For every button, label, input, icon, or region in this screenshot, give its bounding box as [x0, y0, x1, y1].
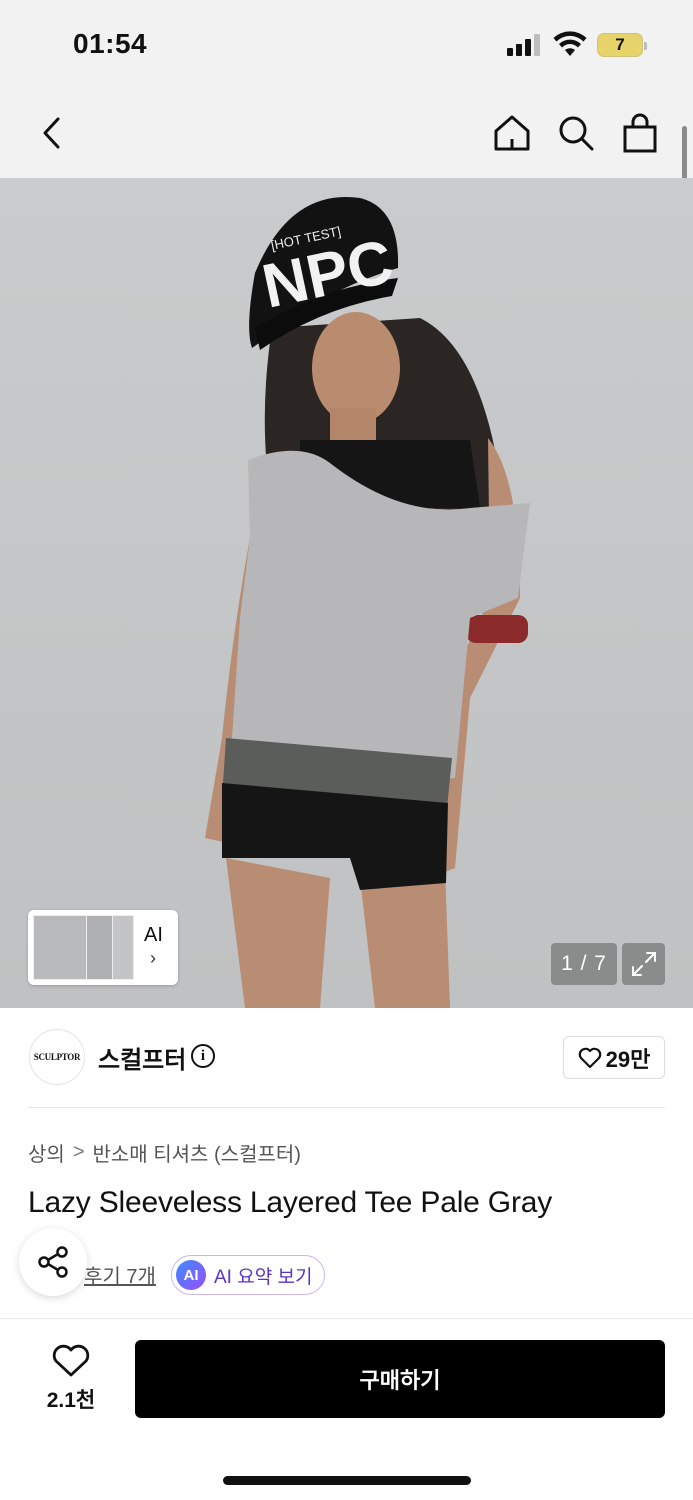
buy-button[interactable]: 구매하기 — [135, 1340, 665, 1418]
battery-level: 7 — [615, 35, 625, 54]
home-icon — [494, 115, 530, 151]
wifi-icon — [553, 31, 587, 56]
brand-logo[interactable]: SCULPTOR — [29, 1029, 85, 1085]
chevron-right-icon: › — [150, 948, 156, 968]
breadcrumb-subcategory[interactable]: 반소매 티셔츠 (스컬프터) — [93, 1138, 301, 1167]
thumbnail-1[interactable] — [33, 915, 88, 980]
cellular-signal-icon — [507, 34, 541, 56]
expand-image-button[interactable] — [622, 943, 665, 985]
info-icon[interactable]: i — [191, 1044, 215, 1068]
status-time: 01:54 — [73, 28, 148, 59]
brand-logo-text: SCULPTOR — [33, 1052, 81, 1062]
brand-like-count: 29만 — [605, 1046, 651, 1072]
search-button[interactable] — [553, 110, 599, 156]
product-image-gallery[interactable]: [HOT TEST] NPC AI › 1 / 7 — [0, 178, 693, 1008]
image-counter: 1 / 7 — [551, 943, 617, 985]
search-icon — [559, 116, 594, 151]
shopping-bag-icon — [623, 113, 657, 153]
share-icon — [38, 1246, 68, 1278]
status-bar: 01:54 7 — [0, 0, 693, 90]
ai-summary-button[interactable]: AI AI 요약 보기 — [171, 1255, 326, 1295]
battery-icon: 7 — [597, 33, 647, 57]
thumbnail-2[interactable] — [86, 915, 114, 980]
review-link[interactable]: 후기 7개 — [84, 1260, 156, 1289]
cart-button[interactable] — [617, 110, 663, 156]
breadcrumb: 상의 > 반소매 티셔츠 (스컬프터) — [28, 1138, 301, 1167]
wishlist-heart-icon[interactable] — [52, 1344, 90, 1378]
heart-icon — [578, 1047, 601, 1068]
divider — [28, 1107, 665, 1108]
product-photo: [HOT TEST] NPC — [205, 196, 530, 1008]
breadcrumb-separator: > — [72, 1141, 85, 1163]
ai-summary-label: AI 요약 보기 — [214, 1266, 313, 1288]
back-button[interactable] — [28, 110, 74, 156]
brand-like-button[interactable]: 29만 — [563, 1036, 665, 1079]
home-indicator[interactable] — [223, 1476, 471, 1485]
home-button[interactable] — [489, 110, 535, 156]
ai-badge-icon: AI — [176, 1260, 206, 1290]
wishlist-count: 2.1천 — [46, 1389, 96, 1412]
chevron-left-icon — [43, 117, 60, 149]
share-button[interactable] — [19, 1228, 87, 1296]
expand-icon — [631, 952, 656, 976]
thumbnail-ai-label: AI — [144, 924, 163, 946]
thumbnail-3[interactable] — [112, 915, 134, 980]
product-title: Lazy Sleeveless Layered Tee Pale Gray — [28, 1186, 553, 1219]
navigation-bar — [0, 90, 693, 178]
ai-thumbnail-strip[interactable]: AI › — [28, 910, 178, 985]
breadcrumb-category[interactable]: 상의 — [28, 1138, 65, 1167]
brand-name[interactable]: 스컬프터 — [98, 1040, 186, 1075]
